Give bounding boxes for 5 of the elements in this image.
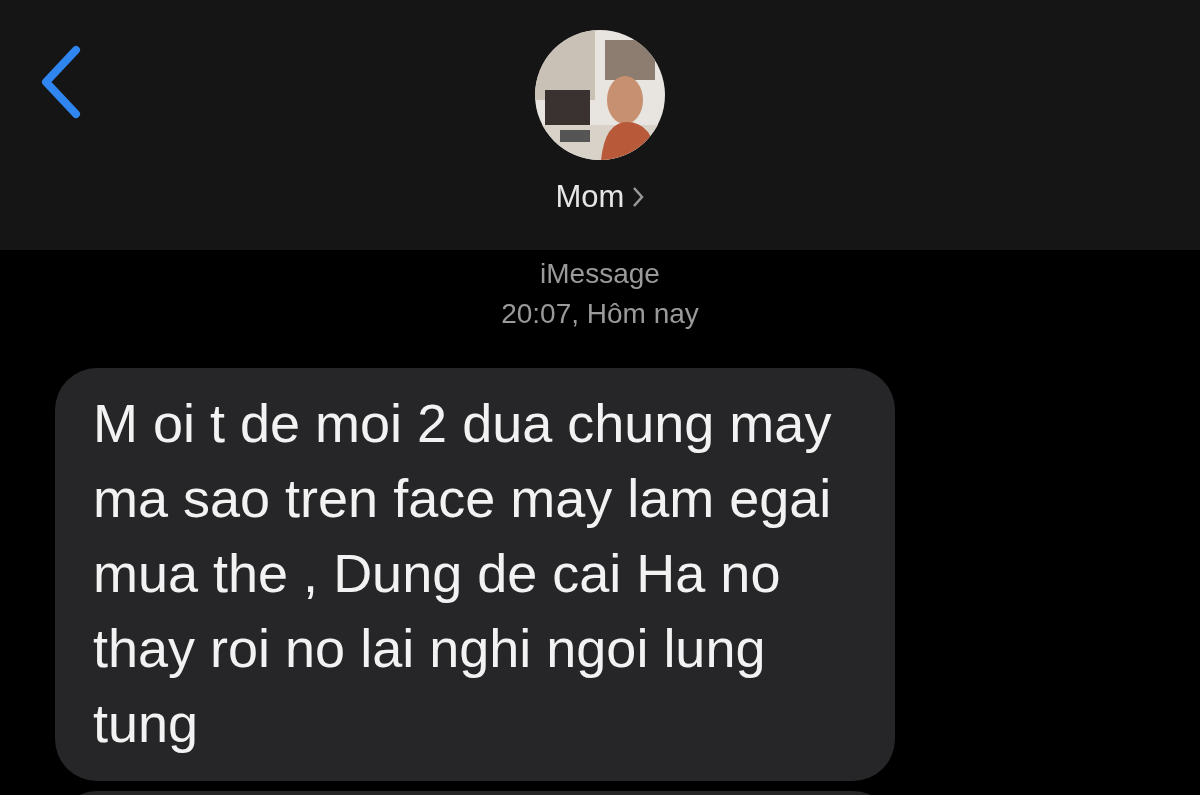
chevron-icon bbox=[632, 186, 645, 209]
contact-name[interactable]: Mom bbox=[555, 174, 645, 221]
message-bubble: M oi t de moi 2 dua chung may ma sao tren face may lam egai mua the , Dung de cai Ha no thay roi no lai nghi ngoi lung tung bbox=[55, 368, 895, 781]
timestamp: 20:07, Hôm nay bbox=[501, 297, 699, 331]
service-label: iMessage bbox=[540, 257, 660, 291]
